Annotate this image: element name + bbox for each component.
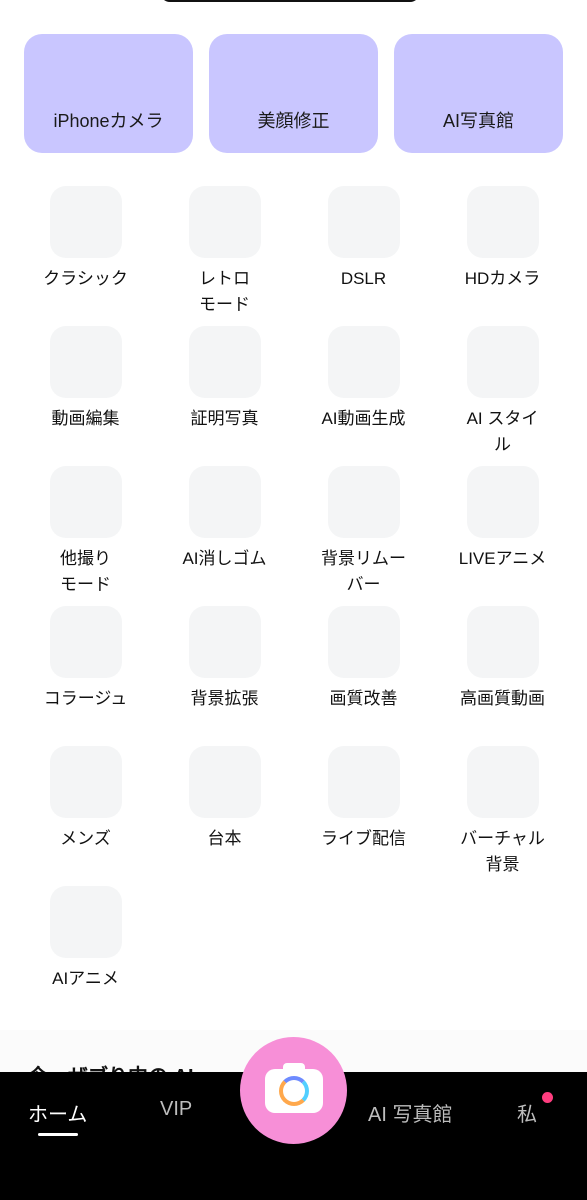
tool-icon <box>327 186 400 258</box>
tool-mens[interactable]: メンズ <box>16 746 155 886</box>
tool-label: AI スタイ ル <box>466 409 539 454</box>
tool-label: LIVEアニメ <box>458 549 547 568</box>
tool-label: AI消しゴム <box>182 549 267 568</box>
tool-icon <box>466 326 539 398</box>
tab-label: AI 写真館 <box>368 1104 453 1126</box>
tool-icon <box>188 746 261 818</box>
tool-label: AI動画生成 <box>321 409 406 428</box>
tool-other-shot-mode[interactable]: 他撮り モード <box>16 466 155 606</box>
tool-label: DSLR <box>340 269 387 288</box>
tool-label: バーチャル 背景 <box>460 829 545 874</box>
tool-icon <box>49 466 122 538</box>
tool-label: 画質改善 <box>329 689 398 708</box>
tab-home[interactable]: ホーム <box>28 1098 87 1136</box>
tool-label: 背景拡張 <box>190 689 259 708</box>
tool-script[interactable]: 台本 <box>155 746 294 886</box>
tool-icon <box>327 466 400 538</box>
tool-icon <box>188 186 261 258</box>
lens-icon <box>278 1075 309 1106</box>
tool-icon <box>327 746 400 818</box>
tab-label: VIP <box>160 1098 193 1120</box>
tool-label: 他撮り モード <box>60 549 111 594</box>
tool-label: 台本 <box>207 829 242 848</box>
tool-icon <box>466 466 539 538</box>
tool-icon <box>49 606 122 678</box>
tool-ai-video[interactable]: AI動画生成 <box>294 326 433 466</box>
notification-dot <box>542 1092 553 1103</box>
tool-icon <box>49 186 122 258</box>
tool-virtual-background[interactable]: バーチャル 背景 <box>433 746 572 886</box>
tool-quality-enhance[interactable]: 画質改善 <box>294 606 433 746</box>
tool-label: 動画編集 <box>51 409 120 428</box>
tool-dslr[interactable]: DSLR <box>294 186 433 326</box>
tool-label: 証明写真 <box>190 409 259 428</box>
tool-icon <box>49 886 122 958</box>
card-label: 美顔修正 <box>257 111 330 131</box>
tool-id-photo[interactable]: 証明写真 <box>155 326 294 466</box>
card-iphone-camera[interactable]: iPhoneカメラ <box>24 34 193 153</box>
tool-icon <box>466 746 539 818</box>
tool-hd-video[interactable]: 高画質動画 <box>433 606 572 746</box>
tool-live-anime[interactable]: LIVEアニメ <box>433 466 572 606</box>
tool-label: ライブ配信 <box>321 829 406 848</box>
tool-icon <box>327 326 400 398</box>
tool-icon <box>466 606 539 678</box>
camera-icon <box>264 1062 323 1113</box>
feature-cards: iPhoneカメラ 美顔修正 AI写真館 <box>24 34 563 153</box>
tool-icon <box>466 186 539 258</box>
tool-video-edit[interactable]: 動画編集 <box>16 326 155 466</box>
tab-label: ホーム <box>28 1104 88 1126</box>
device-notch <box>160 0 420 2</box>
card-label: iPhoneカメラ <box>53 111 164 131</box>
tool-label: レトロ モード <box>199 269 250 314</box>
tool-ai-anime[interactable]: AIアニメ <box>16 886 155 1026</box>
tools-grid: クラシック レトロ モード DSLR HDカメラ 動画編集 証明写真 AI動画生… <box>16 186 572 1026</box>
tool-label: メンズ <box>60 829 111 848</box>
active-indicator <box>37 1133 78 1136</box>
tool-label: 高画質動画 <box>460 689 545 708</box>
card-ai-studio[interactable]: AI写真館 <box>394 34 563 153</box>
tool-live-stream[interactable]: ライブ配信 <box>294 746 433 886</box>
tool-icon <box>49 746 122 818</box>
tool-icon <box>188 466 261 538</box>
card-label: AI写真館 <box>442 111 514 131</box>
camera-button[interactable] <box>240 1037 347 1144</box>
tab-me[interactable]: 私 <box>517 1092 553 1127</box>
tool-label: AIアニメ <box>52 969 119 988</box>
tool-icon <box>188 606 261 678</box>
tool-label: HDカメラ <box>464 269 541 288</box>
tool-collage[interactable]: コラージュ <box>16 606 155 746</box>
tab-label: 私 <box>517 1104 537 1126</box>
tab-ai-studio[interactable]: AI 写真館 <box>368 1098 452 1127</box>
tool-ai-eraser[interactable]: AI消しゴム <box>155 466 294 606</box>
tool-icon <box>327 606 400 678</box>
tool-label: コラージュ <box>43 689 128 708</box>
card-beauty-retouch[interactable]: 美顔修正 <box>209 34 378 153</box>
tool-label: クラシック <box>43 269 128 288</box>
tool-hd-camera[interactable]: HDカメラ <box>433 186 572 326</box>
tool-classic[interactable]: クラシック <box>16 186 155 326</box>
tool-background-remover[interactable]: 背景リムー バー <box>294 466 433 606</box>
tool-background-extend[interactable]: 背景拡張 <box>155 606 294 746</box>
tab-vip[interactable]: VIP <box>160 1098 192 1121</box>
tool-icon <box>188 326 261 398</box>
tool-icon <box>49 326 122 398</box>
tool-ai-style[interactable]: AI スタイ ル <box>433 326 572 466</box>
tool-label: 背景リムー バー <box>321 549 406 594</box>
tool-retro-mode[interactable]: レトロ モード <box>155 186 294 326</box>
